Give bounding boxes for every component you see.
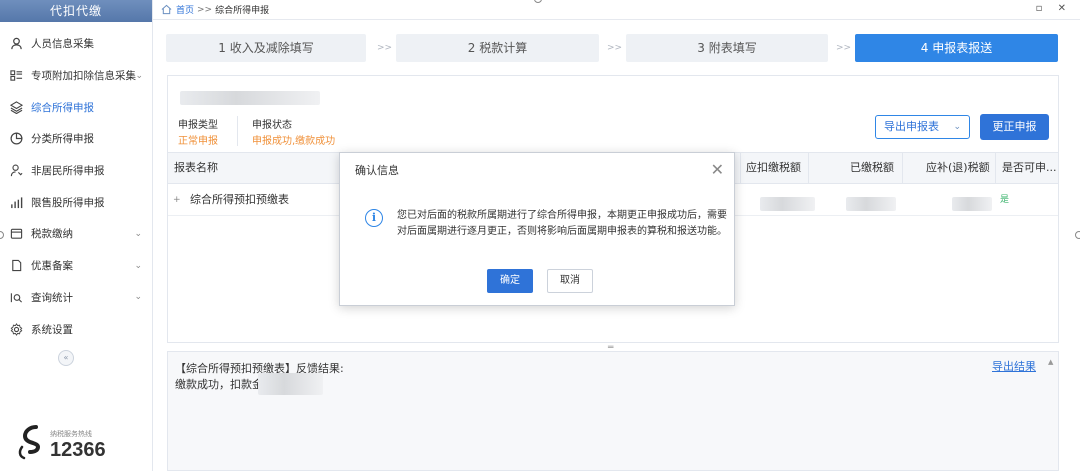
step-arrow: >>	[377, 43, 393, 53]
sidebar-item-label: 查询统计	[31, 291, 73, 304]
redacted-company-name	[180, 91, 320, 105]
declaration-type-value: 正常申报	[178, 136, 218, 147]
breadcrumb-home-link[interactable]: 首页	[176, 3, 194, 16]
confirm-dialog: 确认信息 ✕ i 您已对后面的税款所属期进行了综合所得申报，本期更正申报成功后，…	[339, 152, 735, 306]
hotline: 纳税服务热线 12366	[16, 425, 106, 461]
gear-icon	[9, 322, 23, 336]
confirm-button[interactable]: 确定	[487, 269, 533, 293]
declaration-status-value: 申报成功,缴款成功	[252, 136, 336, 147]
sidebar-item-query-statistics[interactable]: 查询统计 ⌄	[0, 282, 152, 314]
redacted-amount	[952, 197, 992, 211]
sidebar-title: 代扣代缴	[0, 0, 152, 22]
sidebar-item-non-resident[interactable]: 非居民所得申报	[0, 155, 152, 187]
column-header-report-name: 报表名称	[174, 161, 218, 174]
export-report-label: 导出申报表	[884, 120, 939, 133]
window-controls[interactable]: ▫ ✕	[1036, 3, 1072, 14]
export-results-link[interactable]: 导出结果	[992, 358, 1036, 374]
sidebar-item-personnel[interactable]: 人员信息采集	[0, 28, 152, 60]
export-report-dropdown[interactable]: 导出申报表 ⌄	[875, 115, 970, 139]
column-divider	[995, 153, 996, 183]
column-divider	[740, 153, 741, 183]
resize-handle-right[interactable]	[1075, 231, 1080, 239]
sidebar: 代扣代缴 人员信息采集 专项附加扣除信息采集 ⌄ 综合所得申报 分类所得申报 非…	[0, 0, 153, 471]
grid-list-icon	[9, 69, 23, 83]
declaration-status-label: 申报状态	[252, 120, 292, 131]
info-icon: i	[365, 209, 383, 227]
chevron-down-icon: ⌄	[134, 292, 142, 303]
chevron-down-icon: ⌄	[134, 260, 142, 271]
scroll-up-icon[interactable]: ▲	[1048, 358, 1053, 366]
resize-grip[interactable]: ═	[608, 343, 613, 353]
sidebar-item-classified-income[interactable]: 分类所得申报	[0, 123, 152, 155]
sidebar-item-label: 非居民所得申报	[31, 165, 105, 178]
step-attachment-entry[interactable]: 3 附表填写	[626, 34, 828, 62]
sidebar-item-label: 专项附加扣除信息采集	[31, 70, 136, 83]
column-header-tax-paid: 已缴税额	[850, 161, 894, 174]
sidebar-item-label: 人员信息采集	[31, 38, 94, 51]
amend-declaration-button[interactable]: 更正申报	[980, 114, 1049, 140]
sidebar-item-special-deductions[interactable]: 专项附加扣除信息采集 ⌄	[0, 60, 152, 92]
hotline-number: 12366	[50, 439, 106, 461]
breadcrumb-current: 综合所得申报	[215, 6, 270, 16]
step-wizard: 1 收入及减除填写 >> 2 税款计算 >> 3 附表填写 >> 4 申报表报送	[166, 34, 1058, 62]
sidebar-item-comprehensive-income[interactable]: 综合所得申报	[0, 91, 152, 123]
sidebar-item-system-settings[interactable]: 系统设置	[0, 313, 152, 345]
sidebar-item-label: 综合所得申报	[31, 101, 94, 114]
chevron-down-icon: ⌄	[953, 122, 961, 132]
hotline-caption: 纳税服务热线	[50, 430, 92, 438]
document-icon	[9, 259, 23, 273]
close-icon[interactable]: ✕	[711, 162, 724, 178]
chevron-down-icon: ⌄	[135, 70, 143, 81]
sidebar-item-tax-payment[interactable]: 税款缴纳 ⌄	[0, 218, 152, 250]
pie-clock-icon	[9, 132, 23, 146]
person-outline-icon	[9, 164, 23, 178]
row-report-name: 综合所得预扣预缴表	[190, 193, 289, 206]
declaration-type-label: 申报类型	[178, 120, 218, 131]
cancel-button[interactable]: 取消	[547, 269, 593, 293]
breadcrumb: 首页 >> 综合所得申报 ▫ ✕	[153, 0, 1080, 20]
layers-icon	[9, 100, 23, 114]
step-income-entry[interactable]: 1 收入及减除填写	[166, 34, 366, 62]
sidebar-nav: 人员信息采集 专项附加扣除信息采集 ⌄ 综合所得申报 分类所得申报 非居民所得申…	[0, 22, 152, 345]
sidebar-collapse-button[interactable]: «	[58, 350, 74, 366]
sidebar-item-restricted-shares[interactable]: 限售股所得申报	[0, 186, 152, 218]
person-icon	[9, 37, 23, 51]
step-tax-calculation[interactable]: 2 税款计算	[396, 34, 599, 62]
row-expand-icon[interactable]: +	[173, 185, 181, 215]
sidebar-item-label: 分类所得申报	[31, 133, 94, 146]
divider	[237, 116, 238, 146]
tax-service-logo-icon	[18, 425, 41, 460]
step-arrow: >>	[607, 43, 623, 53]
sidebar-item-label: 优惠备案	[31, 260, 73, 273]
sidebar-item-label: 系统设置	[31, 323, 73, 336]
home-icon[interactable]	[161, 4, 172, 15]
redacted-amount	[258, 373, 323, 395]
redacted-amount	[846, 197, 896, 211]
feedback-panel: ═ 【综合所得预扣预缴表】反馈结果: 缴款成功，扣款金额 导出结果 ▲	[167, 343, 1059, 471]
step-arrow: >>	[836, 43, 852, 53]
dialog-title: 确认信息	[355, 164, 399, 177]
sidebar-item-preferential-filing[interactable]: 优惠备案 ⌄	[0, 250, 152, 282]
column-header-declarable: 是否可申...	[1002, 161, 1056, 174]
sidebar-item-label: 限售股所得申报	[31, 196, 105, 209]
column-divider	[902, 153, 903, 183]
step-submit-report[interactable]: 4 申报表报送	[855, 34, 1058, 62]
dialog-message: 您已对后面的税款所属期进行了综合所得申报，本期更正申报成功后，需要对后面属期进行…	[397, 210, 727, 237]
chevron-down-icon: ⌄	[134, 228, 142, 239]
wallet-icon	[9, 227, 23, 241]
breadcrumb-separator: >>	[197, 4, 213, 15]
column-divider	[808, 153, 809, 183]
bar-chart-icon	[9, 195, 23, 209]
redacted-amount	[760, 197, 815, 211]
column-header-tax-refund: 应补(退)税额	[926, 161, 990, 174]
sidebar-item-label: 税款缴纳	[31, 228, 73, 241]
feedback-scrollbar[interactable]: ▲	[1048, 354, 1056, 468]
row-declarable-flag: 是	[1000, 195, 1010, 205]
search-list-icon	[9, 290, 23, 304]
column-header-tax-payable: 应扣缴税额	[746, 161, 801, 174]
